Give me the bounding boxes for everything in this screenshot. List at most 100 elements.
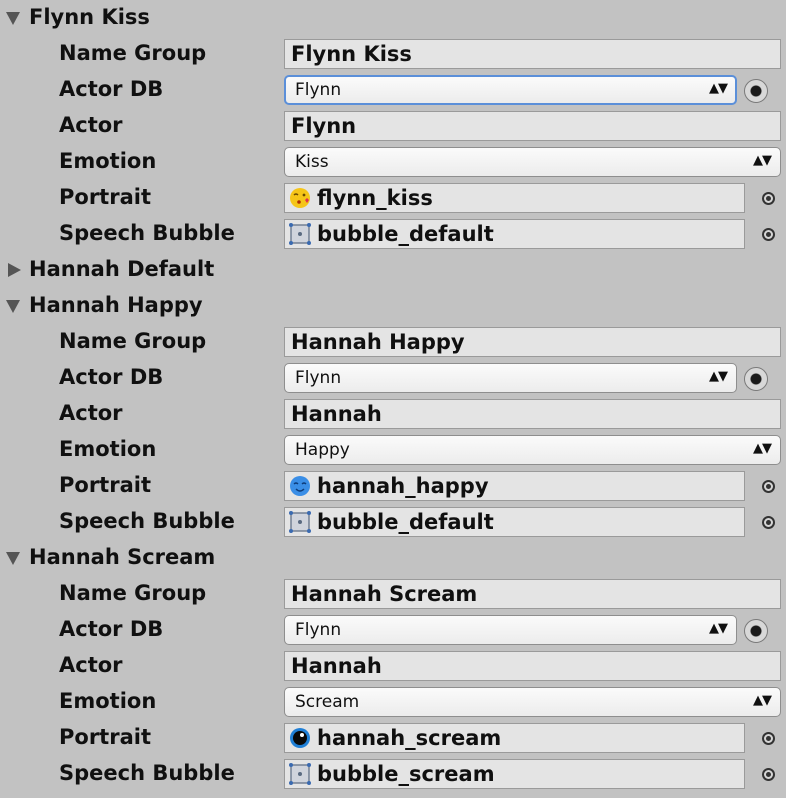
emotion-row: Emotion Scream ▲▼ xyxy=(0,684,786,720)
actor-db-value: Flynn xyxy=(295,620,342,640)
portrait-label: Portrait xyxy=(59,725,151,749)
portrait-value: flynn_kiss xyxy=(317,186,433,210)
emotion-value: Scream xyxy=(295,692,360,712)
actor-db-dropdown[interactable]: Flynn ▲▼ xyxy=(284,75,737,105)
portrait-value: hannah_scream xyxy=(317,726,502,750)
emotion-value: Happy xyxy=(295,440,350,460)
up-down-arrows-icon: ▲▼ xyxy=(753,153,772,168)
name-group-field[interactable]: Flynn Kiss xyxy=(284,39,781,69)
actor-label: Actor xyxy=(59,113,123,137)
portrait-object-field[interactable]: hannah_happy xyxy=(284,471,745,501)
speech-bubble-label: Speech Bubble xyxy=(59,221,235,245)
actor-db-row: Actor DB Flynn ▲▼ xyxy=(0,612,786,648)
actor-field[interactable]: Flynn xyxy=(284,111,781,141)
speech-bubble-row: Speech Bubble bubble_scream xyxy=(0,756,786,792)
emotion-value: Kiss xyxy=(295,152,329,172)
actor-row: Actor Hannah xyxy=(0,648,786,684)
portrait-object-field[interactable]: hannah_scream xyxy=(284,723,745,753)
actor-db-dropdown[interactable]: Flynn ▲▼ xyxy=(284,363,737,393)
portrait-object-field[interactable]: flynn_kiss xyxy=(284,183,745,213)
up-down-arrows-icon: ▲▼ xyxy=(709,621,728,636)
speech-bubble-value: bubble_scream xyxy=(317,762,495,786)
speech-bubble-row: Speech Bubble bubble_default xyxy=(0,504,786,540)
actor-label: Actor xyxy=(59,653,123,677)
radio-picker-icon[interactable] xyxy=(744,619,768,643)
portrait-label: Portrait xyxy=(59,473,151,497)
name-group-row: Name Group Flynn Kiss xyxy=(0,36,786,72)
sprite-icon xyxy=(289,223,311,245)
foldout-flynn-kiss[interactable]: Flynn Kiss xyxy=(0,0,786,36)
object-picker-icon[interactable] xyxy=(762,732,775,745)
name-group-row: Name Group Hannah Happy xyxy=(0,324,786,360)
name-group-label: Name Group xyxy=(59,41,207,65)
actor-db-label: Actor DB xyxy=(59,617,164,641)
up-down-arrows-icon: ▲▼ xyxy=(709,369,728,384)
speech-bubble-object-field[interactable]: bubble_default xyxy=(284,219,745,249)
kiss-face-icon xyxy=(290,188,310,208)
actor-db-row: Actor DB Flynn ▲▼ xyxy=(0,72,786,108)
actor-field[interactable]: Hannah xyxy=(284,399,781,429)
speech-bubble-row: Speech Bubble bubble_default xyxy=(0,216,786,252)
speech-bubble-object-field[interactable]: bubble_default xyxy=(284,507,745,537)
portrait-row: Portrait hannah_scream xyxy=(0,720,786,756)
object-picker-icon[interactable] xyxy=(762,228,775,241)
speech-bubble-label: Speech Bubble xyxy=(59,509,235,533)
up-down-arrows-icon: ▲▼ xyxy=(753,441,772,456)
foldout-hannah-default[interactable]: Hannah Default xyxy=(0,252,786,288)
object-picker-icon[interactable] xyxy=(762,192,775,205)
speech-bubble-label: Speech Bubble xyxy=(59,761,235,785)
foldout-title: Hannah Scream xyxy=(29,545,216,569)
emotion-label: Emotion xyxy=(59,149,157,173)
name-group-row: Name Group Hannah Scream xyxy=(0,576,786,612)
emotion-dropdown[interactable]: Scream ▲▼ xyxy=(284,687,781,717)
speech-bubble-value: bubble_default xyxy=(317,222,494,246)
foldout-hannah-scream[interactable]: Hannah Scream xyxy=(0,540,786,576)
radio-picker-icon[interactable] xyxy=(744,79,768,103)
foldout-title: Flynn Kiss xyxy=(29,5,150,29)
object-picker-icon[interactable] xyxy=(762,516,775,529)
emotion-dropdown[interactable]: Kiss ▲▼ xyxy=(284,147,781,177)
speech-bubble-value: bubble_default xyxy=(317,510,494,534)
radio-picker-icon[interactable] xyxy=(744,367,768,391)
triangle-down-icon[interactable] xyxy=(6,300,20,313)
sprite-icon xyxy=(289,763,311,785)
emotion-label: Emotion xyxy=(59,689,157,713)
happy-face-icon xyxy=(290,476,310,496)
portrait-row: Portrait flynn_kiss xyxy=(0,180,786,216)
emotion-label: Emotion xyxy=(59,437,157,461)
actor-db-value: Flynn xyxy=(295,368,342,388)
actor-field[interactable]: Hannah xyxy=(284,651,781,681)
name-group-label: Name Group xyxy=(59,581,207,605)
actor-row: Actor Flynn xyxy=(0,108,786,144)
speech-bubble-object-field[interactable]: bubble_scream xyxy=(284,759,745,789)
portrait-label: Portrait xyxy=(59,185,151,209)
actor-db-row: Actor DB Flynn ▲▼ xyxy=(0,360,786,396)
triangle-down-icon[interactable] xyxy=(6,12,20,25)
foldout-title: Hannah Default xyxy=(29,257,215,281)
emotion-row: Emotion Happy ▲▼ xyxy=(0,432,786,468)
triangle-down-icon[interactable] xyxy=(6,552,20,565)
actor-db-dropdown[interactable]: Flynn ▲▼ xyxy=(284,615,737,645)
name-group-field[interactable]: Hannah Happy xyxy=(284,327,781,357)
actor-db-label: Actor DB xyxy=(59,77,164,101)
emotion-row: Emotion Kiss ▲▼ xyxy=(0,144,786,180)
scream-face-icon xyxy=(290,728,310,748)
actor-label: Actor xyxy=(59,401,123,425)
up-down-arrows-icon: ▲▼ xyxy=(753,693,772,708)
portrait-value: hannah_happy xyxy=(317,474,489,498)
triangle-right-icon[interactable] xyxy=(8,263,21,277)
emotion-dropdown[interactable]: Happy ▲▼ xyxy=(284,435,781,465)
foldout-title: Hannah Happy xyxy=(29,293,203,317)
up-down-arrows-icon: ▲▼ xyxy=(709,81,728,96)
foldout-hannah-happy[interactable]: Hannah Happy xyxy=(0,288,786,324)
actor-row: Actor Hannah xyxy=(0,396,786,432)
name-group-label: Name Group xyxy=(59,329,207,353)
portrait-row: Portrait hannah_happy xyxy=(0,468,786,504)
object-picker-icon[interactable] xyxy=(762,480,775,493)
inspector-panel: Flynn Kiss Name Group Flynn Kiss Actor D… xyxy=(0,0,786,798)
sprite-icon xyxy=(289,511,311,533)
actor-db-label: Actor DB xyxy=(59,365,164,389)
object-picker-icon[interactable] xyxy=(762,768,775,781)
actor-db-value: Flynn xyxy=(295,80,342,100)
name-group-field[interactable]: Hannah Scream xyxy=(284,579,781,609)
